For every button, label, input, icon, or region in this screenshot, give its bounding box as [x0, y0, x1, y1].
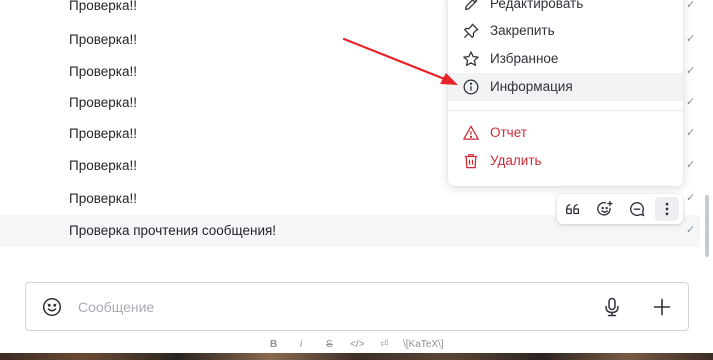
menu-item-delete[interactable]: Удалить — [448, 147, 683, 175]
more-button[interactable] — [655, 197, 679, 221]
plus-icon — [653, 298, 671, 316]
enter-icon[interactable]: ⏎ — [380, 338, 388, 352]
pencil-icon — [464, 0, 478, 11]
menu-item-pin[interactable]: Закрепить — [448, 17, 683, 45]
message-composer — [25, 282, 689, 331]
menu-item-info[interactable]: Информация — [448, 73, 683, 101]
menu-divider — [448, 110, 683, 111]
message-text: Проверка!! — [69, 0, 137, 13]
message-text: Проверка!! — [69, 191, 137, 206]
add-attachment-button[interactable] — [650, 295, 674, 319]
reply-in-thread-button[interactable] — [625, 197, 649, 221]
italic-button[interactable]: i — [300, 338, 302, 352]
read-check-icon: ✓ — [686, 65, 696, 77]
quote-button[interactable] — [561, 197, 585, 221]
read-check-icon: ✓ — [686, 96, 696, 108]
message-actions-toolbar — [557, 194, 683, 224]
message-input[interactable] — [78, 298, 578, 316]
menu-item-label: Отчет — [490, 125, 527, 140]
message-text: Проверка!! — [69, 126, 137, 141]
menu-item-label: Редактировать — [490, 0, 584, 11]
add-reaction-icon — [597, 200, 613, 216]
info-icon — [463, 79, 479, 95]
menu-item-label: Информация — [490, 79, 573, 94]
read-check-icon: ✓ — [686, 0, 696, 11]
menu-item-label: Закрепить — [490, 23, 555, 38]
emoji-button[interactable] — [40, 295, 64, 319]
quote-icon — [566, 203, 580, 215]
menu-item-label: Удалить — [490, 153, 542, 168]
read-check-icon: ✓ — [686, 192, 696, 204]
read-check-icon: ✓ — [686, 224, 696, 236]
message-text: Проверка!! — [69, 95, 137, 110]
code-button[interactable]: </> — [350, 338, 364, 352]
strike-button[interactable]: S — [326, 338, 333, 352]
bold-button[interactable]: B — [270, 338, 277, 352]
message-text: Проверка прочтения сообщения! — [69, 223, 277, 238]
read-check-icon: ✓ — [686, 159, 696, 171]
more-icon — [665, 202, 669, 216]
read-check-icon: ✓ — [686, 127, 696, 139]
message-text: Проверка!! — [69, 32, 137, 47]
pin-icon — [463, 23, 479, 39]
voice-message-button[interactable] — [600, 295, 624, 319]
microphone-icon — [605, 297, 619, 317]
menu-item-edit[interactable]: Редактировать — [448, 0, 683, 18]
menu-item-report[interactable]: Отчет — [448, 119, 683, 147]
background-image-strip — [0, 353, 713, 360]
read-check-icon: ✓ — [686, 33, 696, 45]
katex-button[interactable]: \[KaTeX\] — [403, 338, 444, 352]
menu-item-label: Избранное — [490, 51, 559, 66]
add-reaction-button[interactable] — [593, 197, 617, 221]
chat-room: Проверка!! ✓ Проверка!! ✓ Проверка!! ✓ П… — [0, 0, 713, 360]
menu-item-favorite[interactable]: Избранное — [448, 45, 683, 73]
formatting-toolbar: B i S </> ⏎ \[KaTeX\] — [0, 338, 713, 352]
message-context-menu: Редактировать Закрепить Избранное Информ… — [448, 0, 683, 186]
message-text: Проверка!! — [69, 64, 137, 79]
star-icon — [463, 51, 479, 67]
message-text: Проверка!! — [69, 158, 137, 173]
trash-icon — [464, 154, 478, 169]
reply-in-thread-icon — [630, 202, 645, 217]
warning-icon — [463, 125, 479, 140]
emoji-icon — [42, 297, 62, 317]
scrollbar[interactable] — [705, 195, 709, 257]
